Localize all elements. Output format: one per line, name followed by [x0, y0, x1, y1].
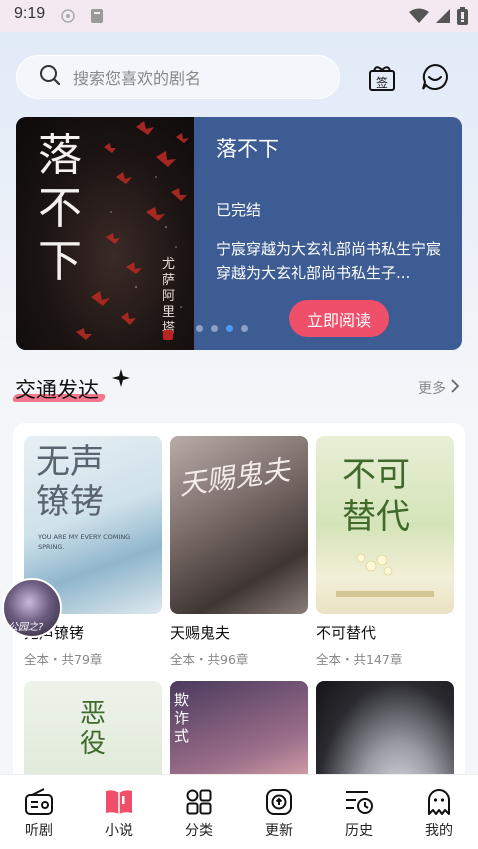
pagination-dot-active[interactable]: [226, 325, 233, 332]
banner-status: 已完结: [216, 201, 262, 219]
nav-label: 分类: [185, 823, 213, 839]
status-time: 9:19: [14, 5, 46, 22]
gift-icon[interactable]: 签: [365, 60, 399, 94]
sign-glyph: 签: [376, 75, 388, 90]
book-title: 天赐鬼夫: [170, 624, 231, 642]
search-input[interactable]: 搜索您喜欢的剧名: [16, 55, 340, 99]
status-bar: 9:19: [0, 0, 478, 32]
ghost-icon: [426, 788, 452, 816]
book-cover: 不可替代: [316, 436, 454, 614]
nav-label: 我的: [425, 823, 453, 839]
book-cover-title: 无声镣铐: [36, 442, 104, 522]
nav-label: 小说: [105, 823, 133, 839]
featured-banner[interactable]: 落 不 下 尤萨阿里塔 落不下 已完结 宁宸穿越为大玄礼部尚书私生宁宸穿越为大玄…: [16, 117, 462, 350]
read-now-button[interactable]: 立即阅读: [289, 300, 389, 337]
battery-icon: [457, 7, 468, 29]
nav-item-mine[interactable]: 我的: [400, 775, 478, 849]
banner-cover-image: 落 不 下 尤萨阿里塔: [16, 117, 194, 350]
banner-title: 落不下: [216, 137, 279, 161]
nav-label: 听剧: [25, 823, 53, 839]
nav-item-history[interactable]: 历史: [320, 775, 398, 849]
search-placeholder: 搜索您喜欢的剧名: [73, 69, 202, 88]
book-card[interactable]: 不可替代 不可替代 全本・共147章: [316, 436, 454, 668]
banner-description: 宁宸穿越为大玄礼部尚书私生宁宸穿越为大玄礼部尚书私生子...: [216, 240, 442, 282]
book-cover-title: 天赐鬼夫: [176, 453, 292, 502]
status-right: [409, 7, 468, 29]
pagination-dot[interactable]: [196, 325, 203, 332]
book-meta: 全本・共147章: [316, 652, 403, 667]
book-cover-title: 欺诈式: [174, 691, 190, 745]
nav-item-update[interactable]: 更新: [240, 775, 318, 849]
cover-author: 尤萨阿里塔: [162, 257, 176, 336]
book-card[interactable]: 天赐鬼夫 天赐鬼夫 全本・共96章: [170, 436, 308, 668]
category-icon: [185, 788, 213, 816]
radio-icon: [24, 788, 54, 816]
signal-icon: [435, 8, 451, 28]
settings-status-icon: [60, 8, 76, 28]
book-meta: 全本・共79章: [24, 652, 103, 667]
book-cover-subtitle: YOU ARE MY EVERY COMING SPRING.: [38, 533, 131, 551]
wifi-icon: [409, 8, 429, 28]
nav-label: 历史: [345, 823, 373, 839]
nav-item-category[interactable]: 分类: [160, 775, 238, 849]
floating-avatar[interactable]: 公园之?: [2, 578, 62, 638]
pagination-dot[interactable]: [241, 325, 248, 332]
banner-pagination: [196, 325, 248, 332]
update-icon: [265, 788, 293, 816]
more-link[interactable]: 更多: [418, 378, 460, 398]
more-label: 更多: [418, 381, 446, 397]
chat-icon[interactable]: [418, 60, 452, 94]
banner-info: 落不下 已完结 宁宸穿越为大玄礼部尚书私生宁宸穿越为大玄礼部尚书私生子... 立…: [216, 117, 462, 350]
cover-title-char: 下: [38, 236, 82, 287]
book-meta: 全本・共96章: [170, 652, 249, 667]
book-cover: 天赐鬼夫: [170, 436, 308, 614]
section-title: 交通发达: [15, 378, 99, 402]
search-icon: [39, 64, 61, 90]
book-title: 不可替代: [316, 624, 377, 642]
notification-status-icon: [90, 8, 104, 28]
history-icon: [344, 788, 374, 816]
sparkle-icon: [112, 369, 130, 391]
avatar-caption: 公园之?: [8, 622, 44, 633]
nav-label: 更新: [265, 823, 293, 839]
cover-seal: [163, 330, 173, 340]
book-icon: [104, 788, 134, 816]
bottom-navigation: 听剧 小说 分类 更新 历史 我的: [0, 774, 478, 849]
nav-item-novel[interactable]: 小说: [80, 775, 158, 849]
pagination-dot[interactable]: [211, 325, 218, 332]
nav-item-listen[interactable]: 听剧: [0, 775, 78, 849]
book-cover-title: 恶役: [80, 699, 107, 759]
chevron-right-icon: [450, 379, 460, 397]
